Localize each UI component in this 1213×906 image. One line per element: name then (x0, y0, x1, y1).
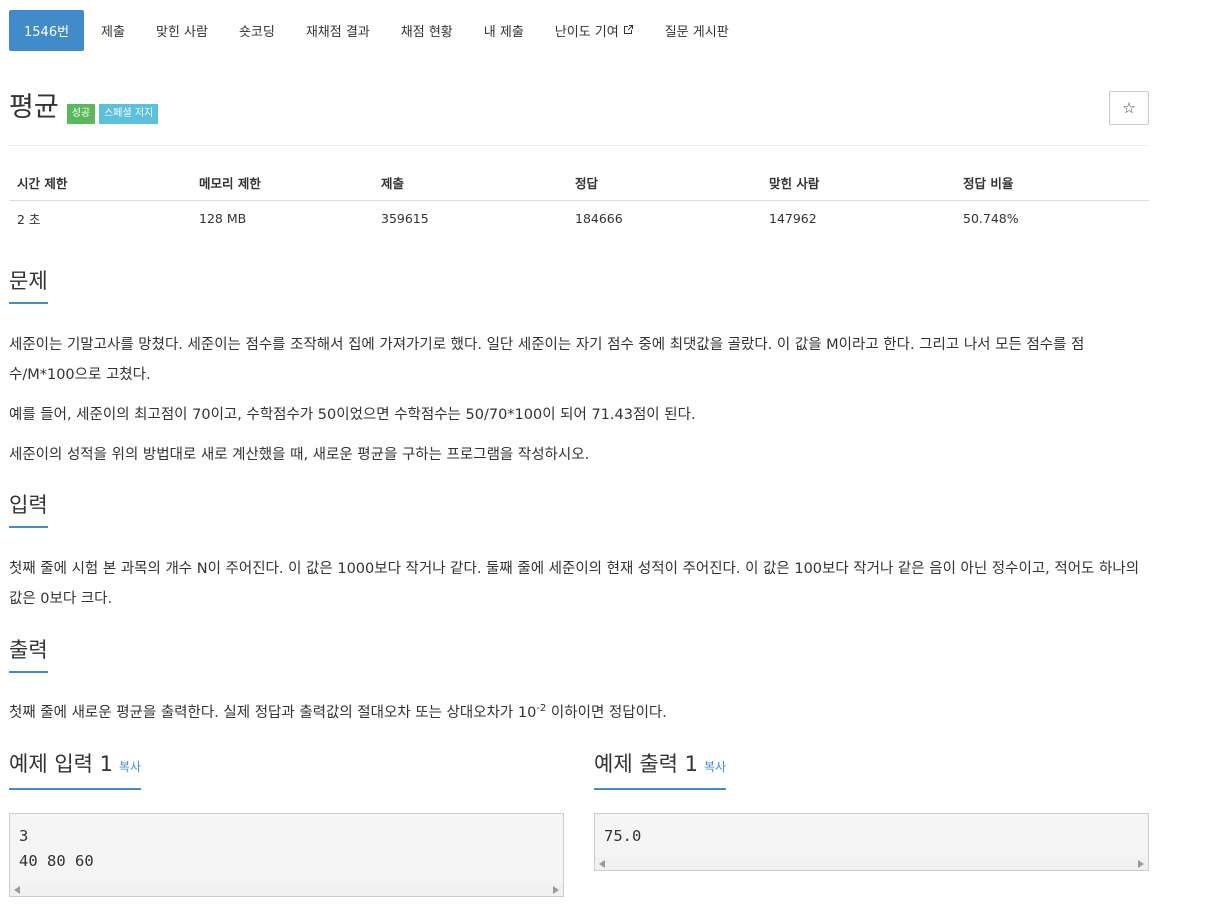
tab-rejudge-results[interactable]: 재채점 결과 (292, 10, 384, 51)
header-memory-limit: 메모리 제한 (191, 166, 373, 201)
problem-info-table: 시간 제한 메모리 제한 제출 정답 맞힌 사람 정답 비율 2 초 128 M… (9, 166, 1149, 236)
input-description: 첫째 줄에 시험 본 과목의 개수 N이 주어진다. 이 값은 1000보다 작… (9, 561, 1140, 607)
problem-title-row: 평균 성공 스페셜 저지 (9, 90, 159, 126)
output-description: 첫째 줄에 새로운 평균을 출력한다. 실제 정답과 출력값의 절대오차 또는 … (9, 698, 1149, 728)
tab-label: 질문 게시판 (664, 25, 729, 40)
tab-solved-users[interactable]: 맞힌 사람 (142, 10, 222, 51)
scroll-right-icon[interactable] (553, 886, 559, 894)
sample-output-content: 75.0 (604, 827, 642, 845)
copy-sample-output-button[interactable]: 복사 (704, 760, 726, 774)
horizontal-scrollbar[interactable] (10, 883, 563, 896)
status-badge-success: 성공 (66, 104, 96, 124)
cell-time-limit: 2 초 (17, 211, 41, 227)
sample-input-heading: 예제 입력 1 복사 (9, 751, 565, 790)
header-time-limit: 시간 제한 (9, 166, 191, 201)
divider (9, 672, 1149, 673)
external-link-icon (623, 24, 634, 38)
section-title: 출력 (9, 637, 48, 673)
divider (9, 527, 1149, 528)
header-submissions: 제출 (373, 166, 567, 201)
horizontal-scrollbar[interactable] (595, 857, 1148, 870)
sample-input-box[interactable]: 3 40 80 60 (9, 813, 564, 897)
sample-title-text: 예제 출력 1 (594, 752, 698, 776)
tab-label: 재채점 결과 (305, 25, 370, 40)
description-paragraph: 세준이는 기말고사를 망쳤다. 세준이는 점수를 조작해서 집에 가져가기로 했… (9, 337, 1085, 383)
copy-sample-input-button[interactable]: 복사 (119, 760, 141, 774)
star-icon: ☆ (1122, 99, 1136, 117)
exponent: -2 (536, 703, 547, 715)
tab-label: 난이도 기여 (554, 25, 619, 40)
description-paragraph: 세준이의 성적을 위의 방법대로 새로 계산했을 때, 새로운 평균을 구하는 … (9, 447, 590, 463)
tab-my-submissions[interactable]: 내 제출 (470, 10, 538, 51)
cell-solved-users: 147962 (769, 210, 817, 226)
cell-memory-limit: 128 MB (199, 210, 247, 226)
divider (9, 303, 1149, 304)
output-heading: 출력 (9, 637, 1149, 673)
description-heading: 문제 (9, 268, 1149, 304)
tab-label: 채점 현황 (400, 25, 453, 40)
output-text: 첫째 줄에 새로운 평균을 출력한다. 실제 정답과 출력값의 절대오차 또는 … (9, 705, 537, 721)
tab-status[interactable]: 채점 현황 (387, 10, 467, 51)
table-row: 2 초 128 MB 359615 184666 147962 50.748% (9, 200, 1149, 236)
tab-submit[interactable]: 제출 (87, 10, 139, 51)
problem-title: 평균 (9, 92, 59, 123)
tab-label: 맞힌 사람 (155, 25, 208, 40)
scroll-left-icon[interactable] (14, 886, 20, 894)
section-title: 문제 (9, 268, 48, 304)
sample-title: 예제 출력 1 복사 (594, 751, 727, 790)
tab-qna-board[interactable]: 질문 게시판 (651, 10, 743, 51)
sample-output-heading: 예제 출력 1 복사 (594, 751, 1149, 790)
sample-title: 예제 입력 1 복사 (9, 751, 142, 790)
tab-difficulty-contribution[interactable]: 난이도 기여 (541, 10, 648, 51)
sample-output-box[interactable]: 75.0 (594, 813, 1149, 871)
section-title: 입력 (9, 492, 48, 528)
header-solved-users: 맞힌 사람 (761, 166, 955, 201)
scroll-right-icon[interactable] (1138, 860, 1144, 868)
tab-label: 제출 (101, 25, 125, 40)
scroll-left-icon[interactable] (599, 860, 605, 868)
cell-submissions: 359615 (381, 210, 429, 226)
sample-input-content: 3 40 80 60 (19, 827, 94, 870)
output-text: 이하이면 정답이다. (546, 705, 667, 721)
cell-accept-ratio: 50.748% (963, 210, 1019, 226)
divider (9, 145, 1149, 146)
problem-tabs: 1546번 제출 맞힌 사람 숏코딩 재채점 결과 채점 현황 내 제출 난이도… (9, 10, 746, 51)
tab-short-coding[interactable]: 숏코딩 (225, 10, 289, 51)
cell-accepted: 184666 (575, 210, 623, 226)
description-paragraph: 예를 들어, 세준이의 최고점이 70이고, 수학점수가 50이었으면 수학점수… (9, 407, 696, 423)
sample-title-text: 예제 입력 1 (9, 752, 113, 776)
header-accepted: 정답 (567, 166, 761, 201)
status-badge-special-judge: 스페셜 저지 (99, 104, 159, 124)
tab-label: 숏코딩 (238, 25, 275, 40)
input-heading: 입력 (9, 492, 1149, 528)
header-accept-ratio: 정답 비율 (955, 166, 1149, 201)
table-header-row: 시간 제한 메모리 제한 제출 정답 맞힌 사람 정답 비율 (9, 166, 1149, 201)
tab-label: 1546번 (24, 25, 70, 40)
tab-problem[interactable]: 1546번 (9, 10, 85, 51)
tab-label: 내 제출 (483, 25, 524, 40)
favorite-button[interactable]: ☆ (1109, 91, 1149, 125)
